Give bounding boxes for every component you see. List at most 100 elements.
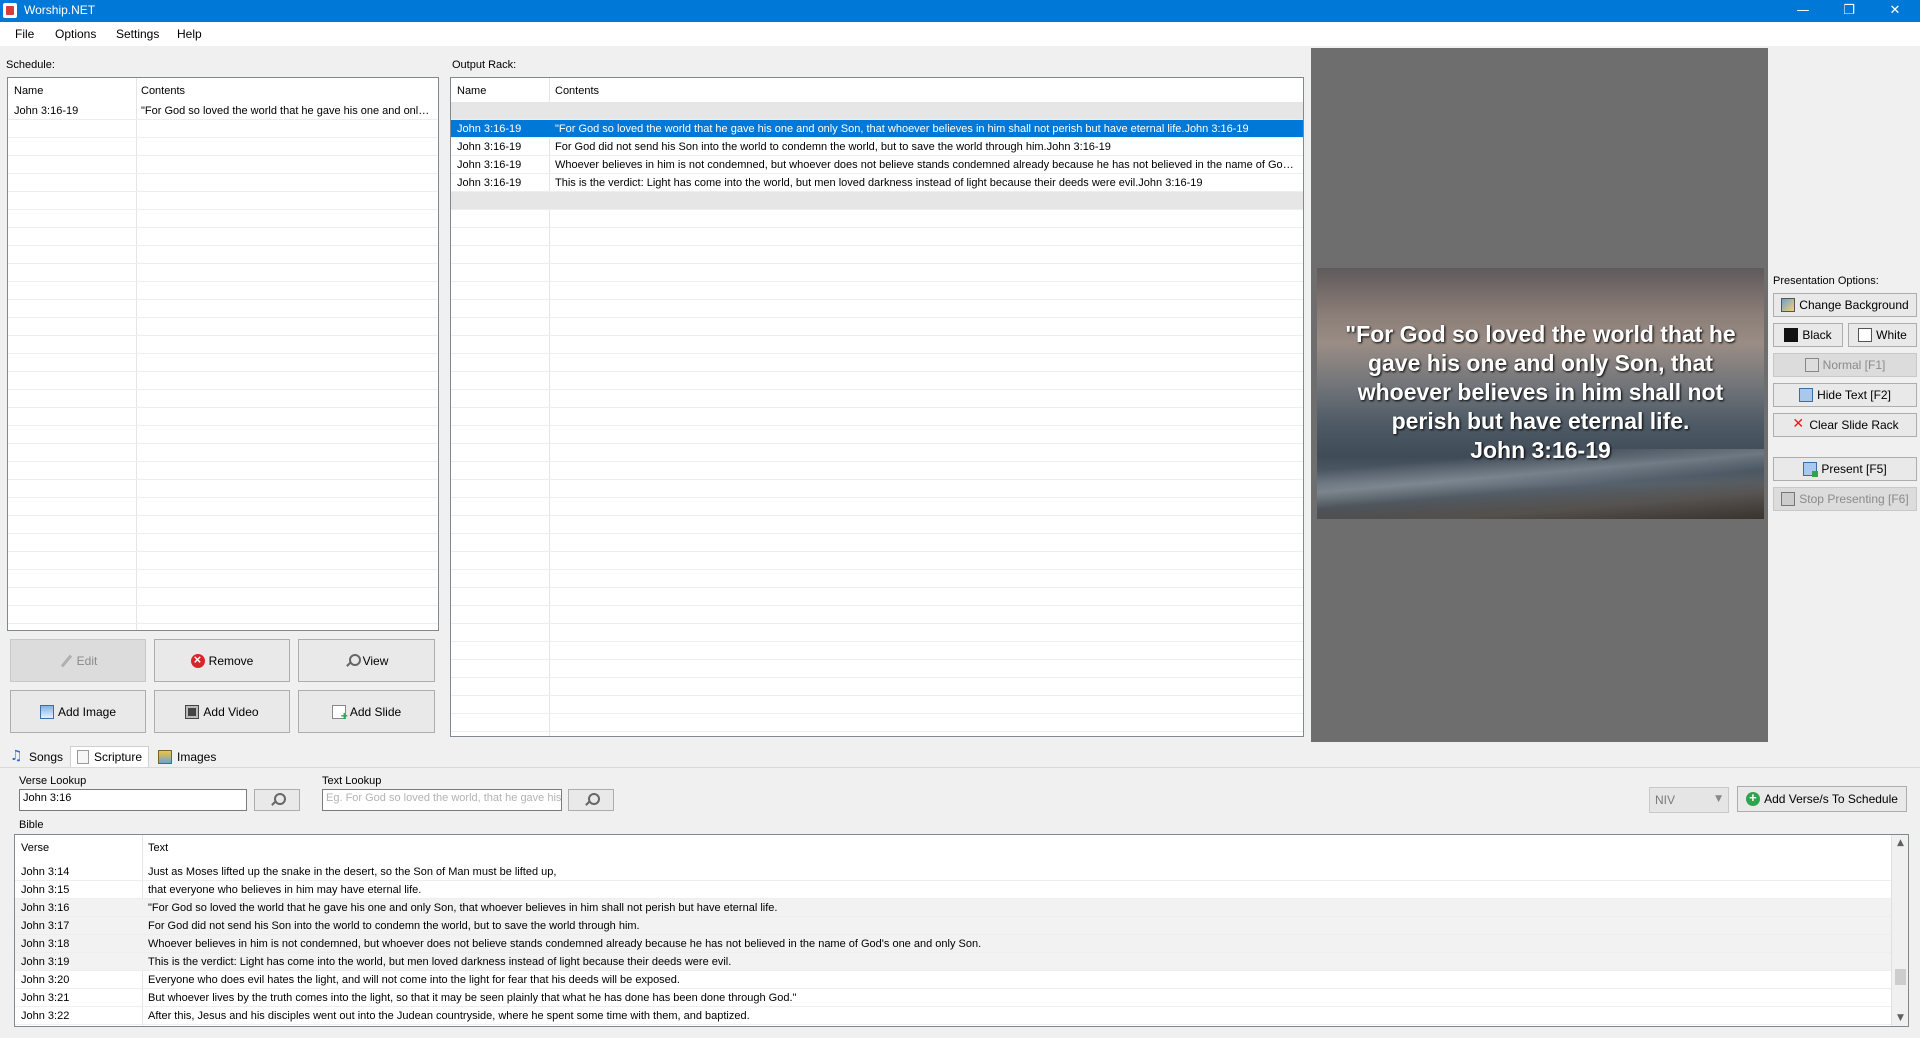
schedule-row-contents: "For God so loved the world that he gave… [141,105,433,117]
bible-verse-row[interactable]: John 3:18 Whoever believes in him is not … [15,935,1891,953]
output-empty-row [451,696,1303,714]
output-rack-list[interactable]: Name Contents John 3:16-19 "For God so lo… [450,77,1304,737]
bible-verse-row[interactable]: John 3:21 But whoever lives by the truth … [15,989,1891,1007]
add-image-label: Add Image [57,704,117,719]
bible-verse-ref: John 3:18 [21,938,70,950]
white-button[interactable]: White [1848,323,1917,347]
scroll-down-icon[interactable]: ▼ [1892,1010,1908,1026]
stop-presenting-button[interactable]: Stop Presenting [F6] [1773,487,1917,511]
scroll-up-icon[interactable]: ▲ [1892,835,1908,851]
present-icon [1803,462,1819,477]
view-button[interactable]: View [298,639,435,682]
schedule-empty-row [8,210,438,228]
white-screen-icon [1858,328,1873,342]
output-col-contents[interactable]: Contents [555,85,599,97]
change-background-label: Change Background [1799,298,1909,312]
bible-verse-row[interactable]: John 3:16 "For God so loved the world tha… [15,899,1891,917]
output-empty-row [451,534,1303,552]
output-col-name[interactable]: Name [457,85,486,97]
output-rack-row[interactable]: John 3:16-19 "For God so loved the world … [451,120,1303,138]
app-icon [3,3,17,18]
schedule-row[interactable]: John 3:16-19 "For God so loved the world … [8,102,438,120]
presentation-options-label: Presentation Options: [1773,275,1879,287]
output-empty-row [451,570,1303,588]
tab-songs[interactable]: Songs [4,747,69,767]
schedule-list[interactable]: Name Contents John 3:16-19 "For God so lo… [7,77,439,631]
bible-verse-row[interactable]: John 3:14 Just as Moses lifted up the sna… [15,863,1891,881]
output-empty-row [451,642,1303,660]
bible-verse-row[interactable]: John 3:19 This is the verdict: Light has … [15,953,1891,971]
bible-verse-ref: John 3:15 [21,884,70,896]
remove-button[interactable]: Remove [154,639,290,682]
output-empty-row [451,624,1303,642]
change-background-button[interactable]: Change Background [1773,293,1917,317]
pencil-icon [59,654,73,668]
add-image-button[interactable]: Add Image [10,690,146,733]
schedule-empty-row [8,318,438,336]
menu-file[interactable]: File [15,27,34,41]
bible-verse-list[interactable]: Verse Text John 3:14 Just as Moses lifted… [14,834,1909,1027]
bible-verse-row[interactable]: John 3:20 Everyone who does evil hates th… [15,971,1891,989]
schedule-empty-row [8,570,438,588]
restore-button[interactable]: ❐ [1826,0,1872,22]
bible-label: Bible [19,819,44,831]
schedule-empty-row [8,372,438,390]
bible-verse-row[interactable]: John 3:17 For God did not send his Son in… [15,917,1891,935]
menu-options[interactable]: Options [55,27,96,41]
view-label: View [362,653,389,668]
output-rack-label: Output Rack: [452,59,517,71]
minimize-button[interactable]: — [1780,0,1826,22]
output-row-contents: For God did not send his Son into the wo… [555,141,1111,153]
menu-help[interactable]: Help [177,27,202,41]
add-slide-button[interactable]: Add Slide [298,690,435,733]
remove-label: Remove [208,653,254,668]
hide-text-button[interactable]: Hide Text [F2] [1773,383,1917,407]
bible-verse-row[interactable]: John 3:22 After this, Jesus and his disci… [15,1007,1891,1025]
bible-version-select[interactable]: NIV ▼ [1649,787,1729,813]
clear-slide-rack-button[interactable]: Clear Slide Rack [1773,413,1917,437]
text-search-button[interactable] [568,789,614,811]
search-icon [270,793,286,807]
output-empty-row [451,606,1303,624]
document-icon [77,750,89,764]
output-rack-row[interactable]: John 3:16-19 Whoever believes in him is n… [451,156,1303,174]
add-video-button[interactable]: Add Video [154,690,290,733]
edit-button[interactable]: Edit [10,639,146,682]
output-empty-row [451,678,1303,696]
output-empty-row [451,210,1303,228]
bible-verse-ref: John 3:16 [21,902,70,914]
output-row-contents: Whoever believes in him is not condemned… [555,159,1295,171]
bible-col-verse[interactable]: Verse [21,842,49,854]
schedule-empty-row [8,156,438,174]
close-button[interactable]: ✕ [1872,0,1918,22]
add-slide-label: Add Slide [349,704,402,719]
add-video-label: Add Video [203,704,259,719]
output-empty-row [451,246,1303,264]
output-separator-row [451,102,1303,120]
verse-search-button[interactable] [254,789,300,811]
schedule-col-name[interactable]: Name [14,85,43,97]
tab-images[interactable]: Images [152,747,222,767]
text-lookup-input[interactable]: Eg. For God so loved the world, that he … [322,789,562,811]
magnifier-icon [345,653,361,668]
bible-verse-row[interactable]: John 3:15 that everyone who believes in h… [15,881,1891,899]
schedule-col-contents[interactable]: Contents [141,85,185,97]
tab-scripture[interactable]: Scripture [70,746,150,767]
bible-verse-ref: John 3:17 [21,920,70,932]
schedule-empty-row [8,408,438,426]
output-rack-row[interactable]: John 3:16-19 For God did not send his Son… [451,138,1303,156]
verse-lookup-input[interactable]: John 3:16 [19,789,247,811]
present-button[interactable]: Present [F5] [1773,457,1917,481]
bible-col-text[interactable]: Text [148,842,168,854]
normal-button[interactable]: Normal [F1] [1773,353,1917,377]
menu-settings[interactable]: Settings [116,27,159,41]
black-button[interactable]: Black [1773,323,1843,347]
output-rack-row[interactable]: John 3:16-19 This is the verdict: Light h… [451,174,1303,192]
scroll-thumb[interactable] [1895,969,1906,985]
background-icon [1781,298,1796,312]
present-label: Present [F5] [1821,462,1887,476]
bible-scrollbar[interactable]: ▲ ▼ [1891,835,1908,1026]
add-verses-button[interactable]: Add Verse/s To Schedule [1737,786,1907,812]
schedule-empty-row [8,120,438,138]
output-rack-header: Name Contents [451,78,1303,102]
